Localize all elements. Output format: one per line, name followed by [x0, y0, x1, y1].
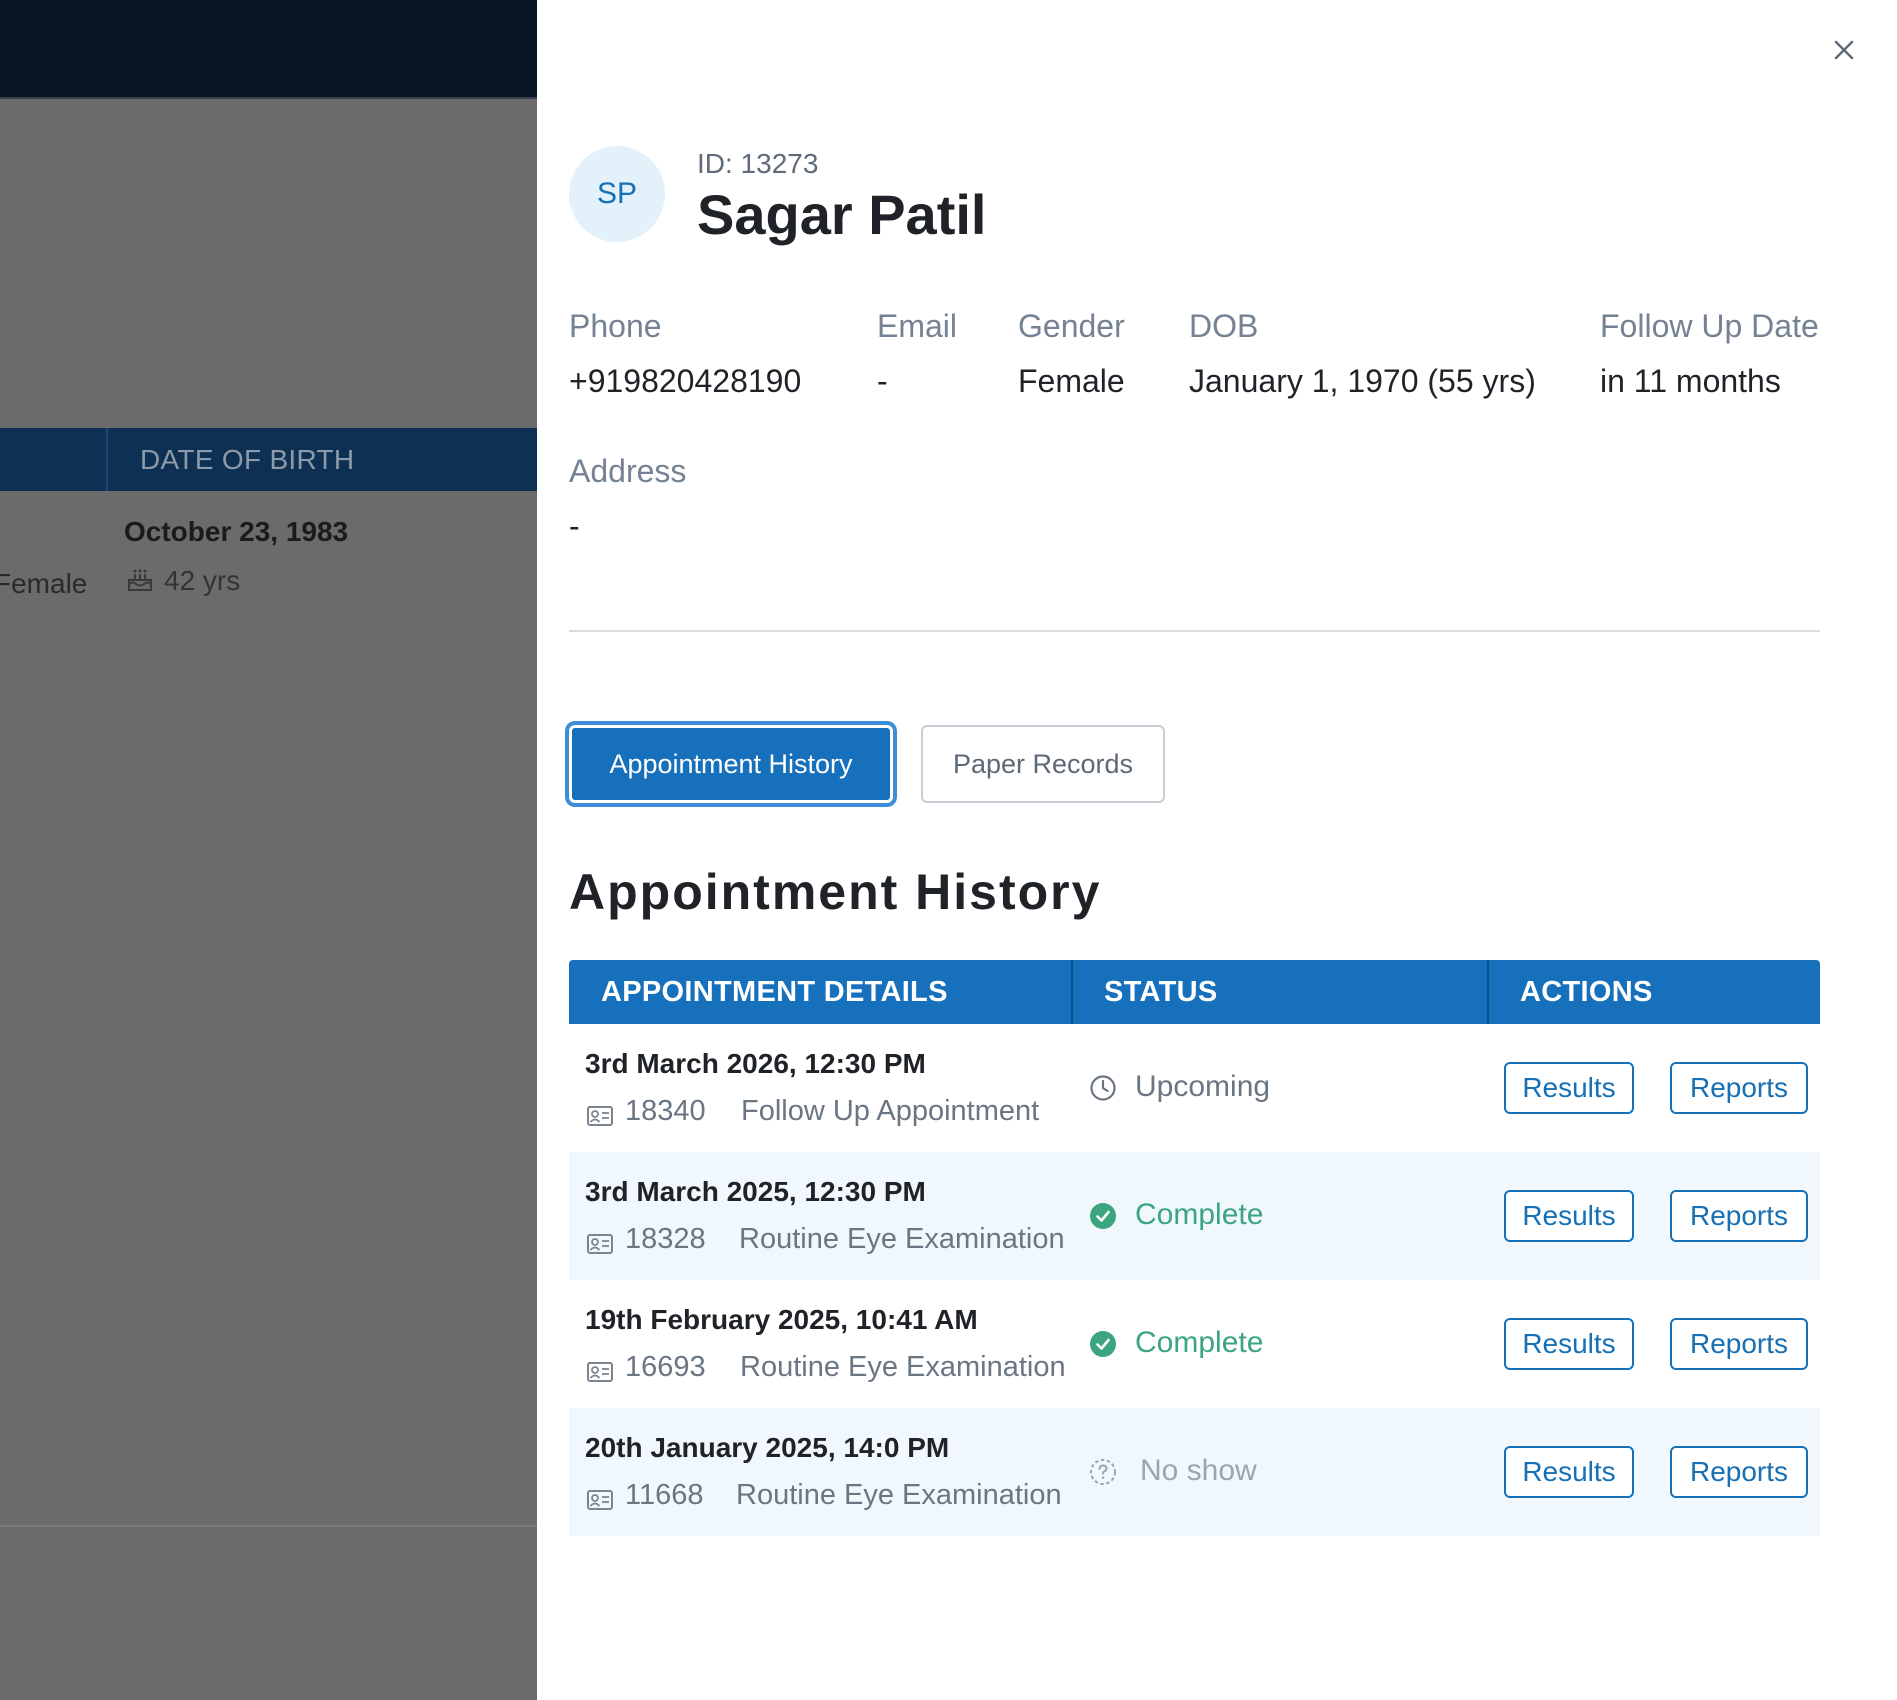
- address-label: Address: [569, 453, 687, 489]
- appointment-date: 3rd March 2026, 12:30 PM: [585, 1048, 926, 1079]
- background-row-age: 42 yrs: [164, 565, 241, 596]
- clock-icon: [1090, 1075, 1116, 1101]
- background-row-dob: October 23, 1983: [124, 516, 349, 547]
- background-header-divider: [106, 428, 108, 491]
- appointment-date: 19th February 2025, 10:41 AM: [585, 1304, 978, 1335]
- phone-label: Phone: [569, 308, 662, 344]
- avatar: SP: [569, 146, 665, 242]
- table-row: 20th January 2025, 14:0 PM 11668 Routine…: [569, 1408, 1820, 1536]
- table-header: APPOINTMENT DETAILS STATUS ACTIONS: [569, 960, 1820, 1024]
- header-divider: [1071, 960, 1073, 1024]
- header-status: STATUS: [1104, 976, 1218, 1008]
- appointment-number: 18328: [625, 1223, 706, 1255]
- status-badge: No show: [1140, 1454, 1257, 1487]
- background-row-gender: Female: [0, 568, 88, 599]
- status-badge: Upcoming: [1135, 1070, 1271, 1103]
- header-divider: [1487, 960, 1489, 1024]
- reports-button[interactable]: Reports: [1670, 1190, 1808, 1242]
- background-topbar: [0, 0, 537, 99]
- table-row: 3rd March 2025, 12:30 PM 18328 Routine E…: [569, 1152, 1820, 1280]
- email-value: -: [877, 363, 888, 399]
- reports-button[interactable]: Reports: [1670, 1318, 1808, 1370]
- appointment-number: 16693: [625, 1351, 706, 1383]
- status-badge: Complete: [1135, 1326, 1264, 1359]
- patient-drawer: SP ID: 13273 Sagar Patil Phone +91982042…: [537, 0, 1897, 1700]
- gender-label: Gender: [1018, 308, 1125, 344]
- appointment-date: 20th January 2025, 14:0 PM: [585, 1432, 950, 1463]
- id-card-icon: [587, 1234, 613, 1254]
- check-circle-icon: [1090, 1331, 1116, 1357]
- appointment-type: Routine Eye Examination: [739, 1223, 1065, 1255]
- appointment-type: Routine Eye Examination: [736, 1479, 1062, 1511]
- header-actions: ACTIONS: [1520, 976, 1653, 1008]
- check-circle-icon: [1090, 1203, 1116, 1229]
- background-page: DATE OF BIRTH October 23, 1983 Female 42…: [0, 0, 537, 1700]
- cake-icon: [128, 569, 152, 591]
- dob-label: DOB: [1189, 308, 1259, 344]
- results-button[interactable]: Results: [1504, 1318, 1634, 1370]
- tab-paper-records[interactable]: Paper Records: [921, 725, 1165, 803]
- address-value: -: [569, 508, 580, 544]
- appointment-number: 18340: [625, 1095, 706, 1127]
- gender-value: Female: [1018, 363, 1125, 399]
- appointment-type: Follow Up Appointment: [741, 1095, 1040, 1127]
- appointment-number: 11668: [625, 1479, 704, 1511]
- dob-value: January 1, 1970 (55 yrs): [1189, 363, 1536, 399]
- section-title: Appointment History: [569, 864, 1102, 920]
- id-card-icon: [587, 1106, 613, 1126]
- table-row: 3rd March 2026, 12:30 PM 18340 Follow Up…: [569, 1024, 1820, 1152]
- follow-up-value: in 11 months: [1600, 363, 1781, 399]
- results-button[interactable]: Results: [1504, 1446, 1634, 1498]
- appointment-type: Routine Eye Examination: [740, 1351, 1066, 1383]
- results-button[interactable]: Results: [1504, 1190, 1634, 1242]
- section-divider: [569, 630, 1820, 632]
- patient-id: ID: 13273: [697, 148, 819, 179]
- reports-button[interactable]: Reports: [1670, 1062, 1808, 1114]
- reports-button[interactable]: Reports: [1670, 1446, 1808, 1498]
- background-row-divider: [0, 1525, 537, 1527]
- results-button[interactable]: Results: [1504, 1062, 1634, 1114]
- appointment-table: APPOINTMENT DETAILS STATUS ACTIONS 3rd M…: [569, 960, 1820, 1536]
- close-icon[interactable]: [1826, 32, 1862, 68]
- phone-value: +919820428190: [569, 363, 802, 399]
- background-column-dob: DATE OF BIRTH: [140, 444, 355, 475]
- id-card-icon: [587, 1362, 613, 1382]
- header-appointment-details: APPOINTMENT DETAILS: [601, 976, 948, 1008]
- table-row: 19th February 2025, 10:41 AM 16693 Routi…: [569, 1280, 1820, 1408]
- question-circle-icon: [1090, 1459, 1116, 1485]
- tab-appointment-history[interactable]: Appointment History: [569, 725, 893, 803]
- follow-up-label: Follow Up Date: [1600, 308, 1819, 344]
- appointment-date: 3rd March 2025, 12:30 PM: [585, 1176, 926, 1207]
- patient-name: Sagar Patil: [697, 183, 987, 246]
- id-card-icon: [587, 1490, 613, 1510]
- email-label: Email: [877, 308, 958, 344]
- status-badge: Complete: [1135, 1198, 1264, 1231]
